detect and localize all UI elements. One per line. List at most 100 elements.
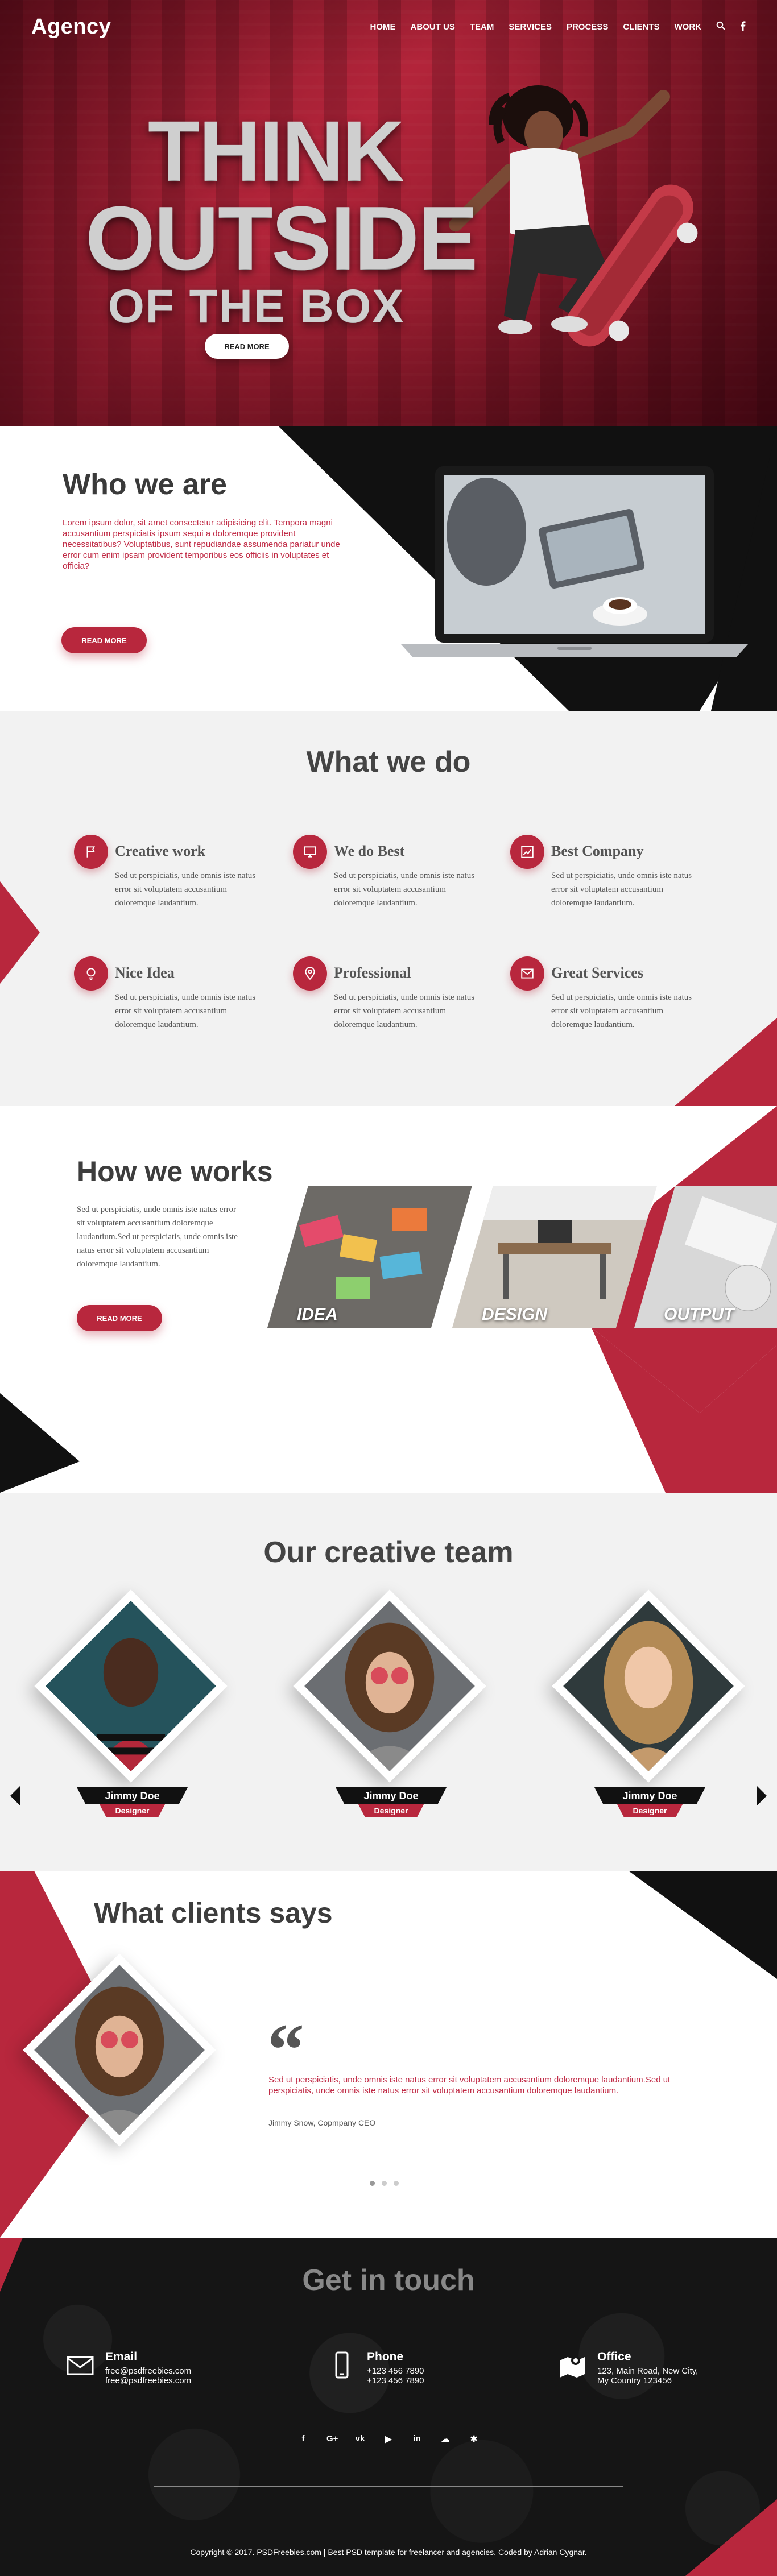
carousel-dots <box>370 2181 399 2186</box>
monitor-icon <box>293 835 327 869</box>
email-icon <box>67 2356 94 2375</box>
team-next-arrow[interactable] <box>757 1786 767 1806</box>
flag-icon <box>74 835 108 869</box>
linkedin-icon[interactable]: in <box>412 2434 422 2444</box>
service-title: Best Company <box>551 843 644 859</box>
client-photo <box>11 1871 216 2147</box>
contact-section: Get in touch Email free@psdfreebies.com … <box>0 2238 777 2576</box>
who-text: Lorem ipsum dolor, sit amet consectetur … <box>63 518 340 571</box>
service-text: Sed ut perspiciatis, unde omnis iste nat… <box>551 993 692 1029</box>
phone-icon <box>335 2351 349 2379</box>
contact-office: Office 123, Main Road, New City, My Coun… <box>557 2350 698 2386</box>
service-title: Great Services <box>551 964 643 981</box>
member-photo-frame <box>34 1589 228 1783</box>
service-title: Professional <box>334 964 411 981</box>
service-title: We do Best <box>334 843 405 859</box>
hero-section: Agency HOME ABOUT US TEAM SERVICES PROCE… <box>0 0 777 426</box>
step-label: OUTPUT <box>664 1305 734 1324</box>
nav-team[interactable]: TEAM <box>470 22 494 32</box>
google-plus-icon[interactable]: G+ <box>326 2434 338 2444</box>
service-text: Sed ut perspiciatis, unde omnis iste nat… <box>115 993 256 1029</box>
team-section: Our creative team Jimmy Doe Designer Jim… <box>0 1493 777 1871</box>
how-we-works-section: How we works Sed ut perspiciatis, unde o… <box>0 1106 777 1493</box>
contact-email: Email free@psdfreebies.com free@psdfreeb… <box>65 2350 191 2386</box>
carousel-dot-2[interactable] <box>382 2181 387 2186</box>
contact-title: Get in touch <box>302 2264 475 2297</box>
idea-icon <box>74 956 108 991</box>
member-photo <box>46 1601 216 1771</box>
member-photo <box>304 1601 475 1771</box>
what-title: What we do <box>306 746 471 778</box>
member-photo-frame <box>552 1589 745 1783</box>
social-links: f G+ vk ▶ in ☁ ✱ <box>0 2434 777 2444</box>
member-photo-frame <box>293 1589 486 1783</box>
nav-clients[interactable]: CLIENTS <box>623 22 659 32</box>
mail-icon <box>510 956 544 991</box>
vk-icon[interactable]: vk <box>355 2434 365 2444</box>
contact-value[interactable]: free@psdfreebies.com <box>105 2376 191 2386</box>
contact-label: Email <box>105 2350 138 2363</box>
member-photo <box>563 1601 734 1771</box>
nav-home[interactable]: HOME <box>370 22 396 32</box>
map-icon <box>560 2356 585 2378</box>
member-name: Jimmy Doe <box>594 1787 705 1804</box>
what-we-do-section: What we do Creative work Sed ut perspici… <box>0 711 777 1106</box>
client-image <box>34 1965 205 2135</box>
member-role: Designer <box>100 1804 165 1817</box>
nav-work[interactable]: WORK <box>675 22 702 32</box>
client-photo-frame <box>23 1953 216 2147</box>
nav-about-us[interactable]: ABOUT US <box>411 22 455 32</box>
how-text: Sed ut perspiciatis, unde omnis iste nat… <box>77 1205 238 1269</box>
search-icon[interactable] <box>716 21 725 33</box>
lastfm-icon[interactable]: ✱ <box>469 2434 479 2444</box>
step-label: DESIGN <box>482 1305 548 1324</box>
member-role: Designer <box>358 1804 424 1817</box>
contact-value: 123, Main Road, New City, <box>597 2366 699 2376</box>
how-read-more-button[interactable]: READ MORE <box>77 1305 162 1331</box>
facebook-icon[interactable]: f <box>298 2434 308 2444</box>
carousel-dot-1[interactable] <box>370 2181 375 2186</box>
team-member-3: Jimmy Doe Designer <box>540 1493 745 1871</box>
logo[interactable]: Agency <box>31 15 111 39</box>
team-member-2: Jimmy Doe Designer <box>282 1493 486 1871</box>
member-name: Jimmy Doe <box>336 1787 447 1804</box>
carousel-dot-3[interactable] <box>394 2181 399 2186</box>
service-text: Sed ut perspiciatis, unde omnis iste nat… <box>551 871 692 908</box>
headline-line-1: THINK <box>148 103 404 198</box>
service-text: Sed ut perspiciatis, unde omnis iste nat… <box>334 871 475 908</box>
menu: HOME ABOUT US TEAM SERVICES PROCESS CLIE… <box>370 20 746 34</box>
contact-value: +123 456 7890 <box>367 2366 424 2376</box>
contact-value[interactable]: free@psdfreebies.com <box>105 2366 191 2376</box>
laptop-image <box>401 466 748 657</box>
testimonial-author: Jimmy Snow, Copmpany CEO <box>268 2118 376 2127</box>
testimonial-text: Sed ut perspiciatis, unde omnis iste nat… <box>268 2075 671 2095</box>
nav-services[interactable]: SERVICES <box>509 22 552 32</box>
service-title: Creative work <box>115 843 206 859</box>
contact-label: Office <box>597 2350 631 2363</box>
clients-section: What clients says “ Sed ut perspiciatis,… <box>0 1871 777 2238</box>
youtube-icon[interactable]: ▶ <box>383 2434 394 2444</box>
hero-read-more-button[interactable]: READ MORE <box>205 334 289 359</box>
soundcloud-icon[interactable]: ☁ <box>440 2434 451 2444</box>
contact-phone: Phone +123 456 7890 +123 456 7890 <box>327 2350 424 2386</box>
member-role: Designer <box>617 1804 683 1817</box>
nav-process[interactable]: PROCESS <box>567 22 608 32</box>
who-we-are-section: Who we are Lorem ipsum dolor, sit amet c… <box>0 426 777 711</box>
team-prev-arrow[interactable] <box>10 1786 20 1806</box>
contact-value: +123 456 7890 <box>367 2376 424 2386</box>
who-title: Who we are <box>63 468 227 501</box>
headline-line-3: OF THE BOX <box>108 280 405 332</box>
how-title: How we works <box>77 1156 273 1187</box>
contact-label: Phone <box>367 2350 404 2363</box>
team-member-1: Jimmy Doe Designer <box>23 1493 228 1871</box>
facebook-icon[interactable] <box>740 20 746 34</box>
service-title: Nice Idea <box>115 964 175 981</box>
member-name: Jimmy Doe <box>77 1787 188 1804</box>
service-text: Sed ut perspiciatis, unde omnis iste nat… <box>115 871 256 908</box>
hero-headline: THINK OUTSIDE OF THE BOX <box>85 103 478 332</box>
headline-line-2: OUTSIDE <box>85 188 478 288</box>
step-label: IDEA <box>297 1305 338 1324</box>
footer-divider <box>154 2486 623 2487</box>
who-read-more-button[interactable]: READ MORE <box>61 627 147 653</box>
red-triangle-left <box>0 881 40 984</box>
